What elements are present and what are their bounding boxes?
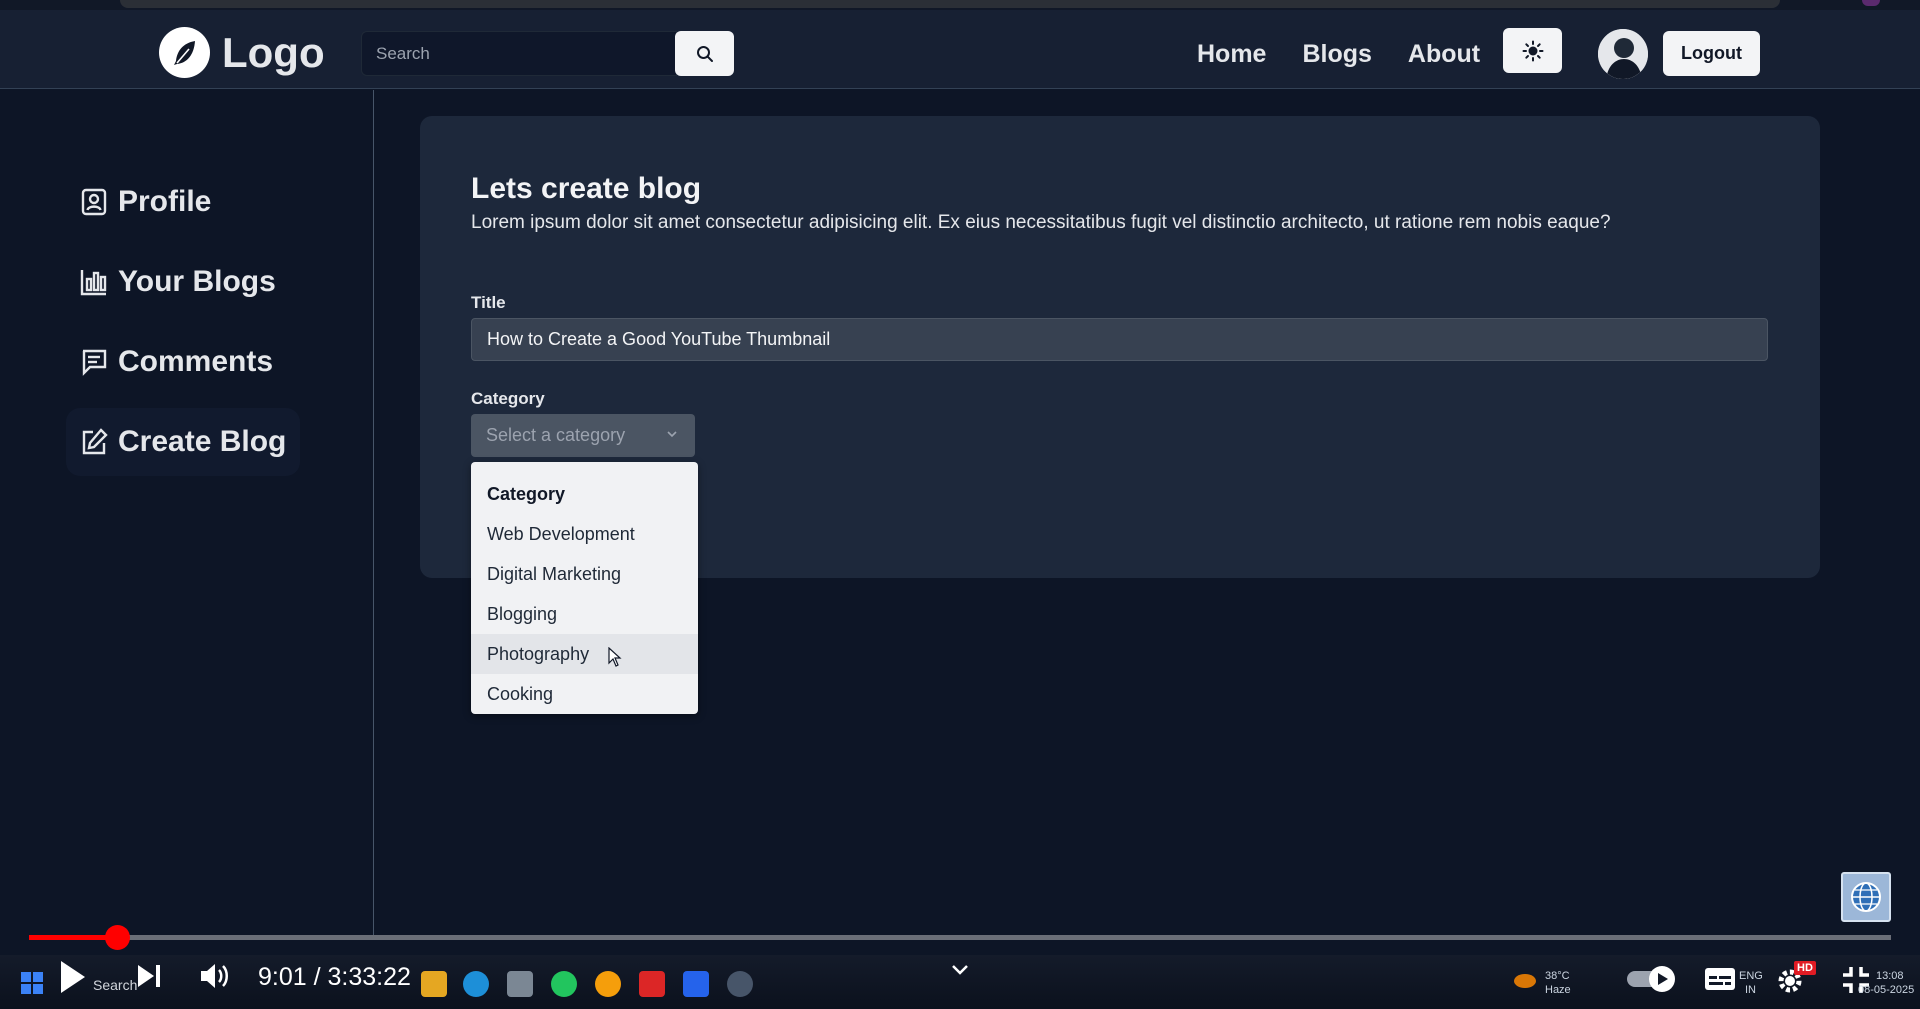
navbar: Logo Home Blogs About <box>0 10 1920 89</box>
logo[interactable]: Logo <box>159 27 325 78</box>
browser-top-strip <box>0 0 1920 10</box>
theme-toggle-button[interactable] <box>1503 28 1562 73</box>
search-bar <box>361 31 734 76</box>
sidebar-item-label: Comments <box>118 345 274 378</box>
sidebar-item-comments[interactable]: Comments <box>66 328 287 396</box>
logout-button[interactable]: Logout <box>1663 31 1760 76</box>
sidebar: Profile Your Blogs Comments Create Blog <box>0 90 374 935</box>
video-time: 9:01 / 3:33:22 <box>258 963 411 991</box>
chrome-icon[interactable] <box>595 971 621 997</box>
sidebar-item-label: Create Blog <box>118 425 287 458</box>
vscode-icon[interactable] <box>683 971 709 997</box>
title-input-value: How to Create a Good YouTube Thumbnail <box>487 329 831 349</box>
settings-app-icon[interactable] <box>727 971 753 997</box>
dropdown-option-category[interactable]: Category <box>471 474 698 514</box>
search-icon <box>696 45 713 62</box>
edit-icon <box>80 428 108 456</box>
clock-time: 13:08 <box>1876 970 1904 982</box>
search-button[interactable] <box>675 31 734 76</box>
globe-icon <box>1851 882 1881 912</box>
video-control-bar: Search 9:01 / 3:33:22 38°C Haze ENG IN H… <box>0 955 1920 1009</box>
video-progress-fill <box>29 935 118 940</box>
hd-badge: HD <box>1794 961 1816 975</box>
page-title: Lets create blog <box>471 172 702 205</box>
weather-icon <box>1512 967 1538 991</box>
dropdown-option-blogging[interactable]: Blogging <box>471 594 698 634</box>
weather-desc: Haze <box>1545 984 1571 996</box>
page-description: Lorem ipsum dolor sit amet consectetur a… <box>471 212 1611 233</box>
dropdown-option-photography[interactable]: Photography <box>471 634 698 674</box>
bar-chart-icon <box>80 268 108 296</box>
nav-link-blogs[interactable]: Blogs <box>1302 40 1371 69</box>
play-icon[interactable] <box>58 959 88 995</box>
category-dropdown: Category Web Development Digital Marketi… <box>471 462 698 714</box>
nav-link-about[interactable]: About <box>1408 40 1480 69</box>
sidebar-item-create-blog[interactable]: Create Blog <box>66 408 301 476</box>
autoplay-toggle-icon[interactable] <box>1626 965 1684 993</box>
comment-icon <box>80 348 108 376</box>
sidebar-item-label: Your Blogs <box>118 265 276 298</box>
sun-icon <box>1522 40 1543 61</box>
volume-icon[interactable] <box>199 961 231 991</box>
dropdown-option-digital-marketing[interactable]: Digital Marketing <box>471 554 698 594</box>
main-nav: Home Blogs About <box>1197 40 1480 69</box>
chevron-down-icon[interactable] <box>950 963 970 977</box>
chevron-down-icon <box>667 431 677 438</box>
whatsapp-icon[interactable] <box>551 971 577 997</box>
mouse-cursor-icon <box>608 647 622 667</box>
globe-widget-button[interactable] <box>1841 872 1891 922</box>
profile-icon <box>80 188 108 216</box>
category-select-placeholder: Select a category <box>486 425 626 445</box>
video-scrubber-handle[interactable] <box>105 925 131 950</box>
clock-date: 08-05-2025 <box>1858 984 1915 996</box>
title-input[interactable]: How to Create a Good YouTube Thumbnail <box>471 318 1768 361</box>
search-input[interactable] <box>361 31 677 76</box>
logo-text: Logo <box>222 28 325 76</box>
category-label: Category <box>471 389 545 408</box>
avatar[interactable] <box>1598 29 1648 79</box>
weather-temp: 38°C <box>1545 970 1570 982</box>
sidebar-item-profile[interactable]: Profile <box>66 168 225 236</box>
store-icon[interactable] <box>507 971 533 997</box>
nav-link-home[interactable]: Home <box>1197 40 1266 69</box>
browser-profile-indicator <box>1862 0 1880 6</box>
app-icon[interactable] <box>639 971 665 997</box>
edge-browser-icon[interactable] <box>463 971 489 997</box>
region-indicator: IN <box>1745 984 1756 996</box>
dropdown-option-cooking[interactable]: Cooking <box>471 674 698 714</box>
windows-start-icon[interactable] <box>20 971 44 995</box>
title-label: Title <box>471 293 506 312</box>
language-indicator: ENG <box>1739 970 1763 982</box>
file-explorer-icon[interactable] <box>421 971 447 997</box>
sidebar-item-your-blogs[interactable]: Your Blogs <box>66 248 290 316</box>
category-select[interactable]: Select a category <box>471 414 695 457</box>
sidebar-item-label: Profile <box>118 185 212 218</box>
video-progress-bar[interactable] <box>29 925 1891 950</box>
dropdown-option-web-development[interactable]: Web Development <box>471 514 698 554</box>
subtitles-icon[interactable] <box>1704 967 1736 991</box>
browser-tab-bar <box>120 0 1780 8</box>
taskbar-search-label[interactable]: Search <box>93 977 137 993</box>
feather-icon <box>159 27 210 78</box>
next-icon[interactable] <box>136 963 162 989</box>
